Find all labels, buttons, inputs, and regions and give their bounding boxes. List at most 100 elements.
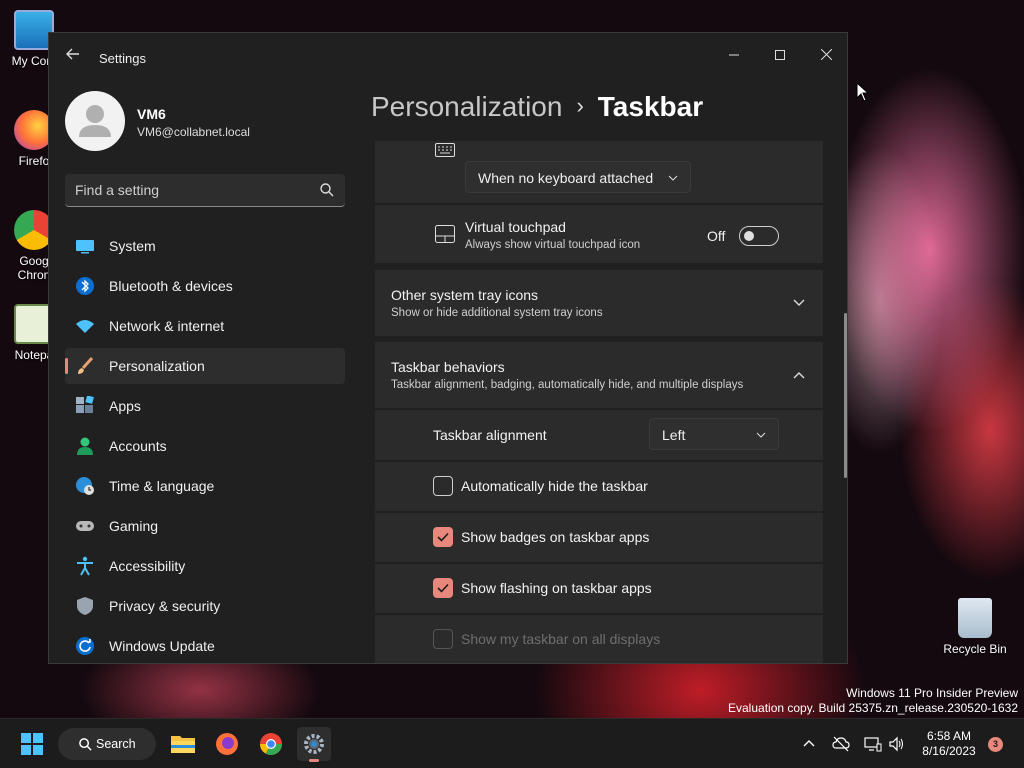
minimize-icon: [729, 54, 739, 56]
profile-name: VM6: [137, 106, 166, 122]
sidebar-item-label: Bluetooth & devices: [109, 278, 233, 294]
settings-taskbar-button[interactable]: [297, 727, 331, 762]
chrome-icon: [260, 733, 282, 755]
accessibility-icon: [77, 556, 93, 576]
evaluation-watermark: Windows 11 Pro Insider Preview Evaluatio…: [728, 686, 1018, 716]
breadcrumb-parent[interactable]: Personalization: [371, 91, 562, 122]
sidebar-item-label: Accounts: [109, 438, 167, 454]
sidebar-item-time-language[interactable]: Time & language: [65, 468, 345, 504]
clock-date: 8/16/2023: [922, 744, 976, 758]
sidebar-item-label: Time & language: [109, 478, 215, 494]
sidebar-item-network[interactable]: Network & internet: [65, 308, 345, 344]
chrome-taskbar-button[interactable]: [254, 727, 288, 761]
show-flashing-checkbox[interactable]: [433, 578, 453, 598]
settings-content: When no keyboard attached Virtual touchp…: [375, 141, 825, 663]
row-subtitle: Taskbar alignment, badging, automaticall…: [391, 379, 744, 391]
arrow-left-icon: [66, 48, 79, 60]
breadcrumb-separator: ›: [576, 93, 584, 118]
firefox-taskbar-button[interactable]: [210, 727, 244, 761]
row-title: Taskbar alignment: [433, 427, 547, 443]
sidebar-item-label: Privacy & security: [109, 598, 221, 614]
refresh-icon: [76, 637, 94, 655]
keyboard-mode-dropdown[interactable]: When no keyboard attached: [465, 161, 691, 193]
content-scrollbar[interactable]: [844, 313, 847, 478]
show-badges-row: Show badges on taskbar apps: [375, 513, 823, 562]
auto-hide-checkbox[interactable]: [433, 476, 453, 496]
sidebar-item-accounts[interactable]: Accounts: [65, 428, 345, 464]
avatar[interactable]: [65, 91, 125, 151]
taskbar-search-label: Search: [96, 737, 136, 751]
dropdown-value: When no keyboard attached: [478, 170, 654, 186]
chevron-down-icon: [668, 175, 678, 181]
search-input[interactable]: [75, 180, 305, 200]
sidebar-item-bluetooth[interactable]: Bluetooth & devices: [65, 268, 345, 304]
all-displays-row: Show my taskbar on all displays: [375, 615, 823, 663]
sidebar-item-label: Accessibility: [109, 558, 186, 574]
checkbox-label: Show badges on taskbar apps: [461, 529, 650, 545]
taskbar: Search 6:58 AM 8/16/2023 3: [0, 718, 1024, 768]
taskbar-search-button[interactable]: Search: [58, 728, 156, 760]
sidebar-item-gaming[interactable]: Gaming: [65, 508, 345, 544]
sidebar-item-apps[interactable]: Apps: [65, 388, 345, 424]
chevron-down-icon: [756, 432, 766, 438]
file-explorer-button[interactable]: [166, 727, 200, 761]
bluetooth-icon: [76, 277, 94, 295]
desktop-icon-recycle-bin[interactable]: Recycle Bin: [940, 598, 1010, 656]
sidebar-nav: System Bluetooth & devices Network & int…: [65, 228, 345, 663]
close-button[interactable]: [803, 39, 847, 71]
sidebar-item-personalization[interactable]: Personalization: [65, 348, 345, 384]
watermark-line-1: Windows 11 Pro Insider Preview: [846, 686, 1018, 700]
network-icon[interactable]: [864, 736, 882, 752]
show-badges-checkbox[interactable]: [433, 527, 453, 547]
search-icon[interactable]: [319, 182, 335, 198]
title-bar: Settings: [49, 33, 847, 83]
wifi-icon: [76, 320, 94, 333]
sidebar-item-privacy-security[interactable]: Privacy & security: [65, 588, 345, 624]
windows-logo-icon: [21, 733, 43, 755]
checkmark-icon: [437, 532, 449, 542]
show-flashing-row: Show flashing on taskbar apps: [375, 564, 823, 613]
checkbox-label: Show my taskbar on all displays: [461, 631, 661, 647]
paintbrush-icon: [78, 356, 94, 374]
minimize-button[interactable]: [711, 39, 757, 71]
sidebar-item-system[interactable]: System: [65, 228, 345, 264]
start-button[interactable]: [15, 727, 49, 761]
auto-hide-row: Automatically hide the taskbar: [375, 462, 823, 511]
keyboard-icon: [435, 143, 455, 157]
page-title: Taskbar: [597, 91, 704, 122]
row-title: Other system tray icons: [391, 287, 539, 303]
gamepad-icon: [76, 521, 94, 531]
taskbar-behaviors-expander[interactable]: Taskbar behaviors Taskbar alignment, bad…: [375, 342, 823, 408]
cloud-offline-icon[interactable]: [832, 736, 850, 752]
touch-keyboard-card: When no keyboard attached: [375, 141, 823, 203]
user-icon: [79, 105, 111, 137]
sidebar-item-label: Windows Update: [109, 638, 215, 654]
virtual-touchpad-toggle[interactable]: [739, 226, 779, 246]
back-button[interactable]: [63, 47, 83, 67]
taskbar-alignment-dropdown[interactable]: Left: [649, 418, 779, 450]
row-title: Taskbar behaviors: [391, 359, 505, 375]
row-title: Virtual touchpad: [465, 219, 566, 235]
folder-icon: [171, 736, 195, 753]
notification-badge[interactable]: 3: [988, 737, 1003, 752]
profile-email: VM6@collabnet.local: [137, 125, 250, 139]
settings-window: Settings VM6 VM6@collabnet.local System: [48, 32, 848, 664]
sidebar-item-accessibility[interactable]: Accessibility: [65, 548, 345, 584]
clock[interactable]: 6:58 AM 8/16/2023: [914, 729, 984, 759]
row-subtitle: Show or hide additional system tray icon…: [391, 307, 603, 319]
close-icon: [820, 48, 832, 61]
shield-icon: [77, 597, 93, 615]
mouse-cursor-icon: [856, 82, 870, 102]
other-tray-icons-expander[interactable]: Other system tray icons Show or hide add…: [375, 270, 823, 336]
sidebar-item-windows-update[interactable]: Windows Update: [65, 628, 345, 663]
desktop-icon-label: Firefo: [18, 154, 50, 168]
sidebar-item-label: Gaming: [109, 518, 159, 534]
volume-icon[interactable]: [888, 736, 904, 752]
person-icon: [77, 437, 93, 455]
chevron-up-icon[interactable]: [802, 737, 816, 751]
touchpad-icon: [435, 225, 455, 243]
maximize-icon: [775, 50, 785, 60]
toggle-knob: [744, 231, 754, 241]
maximize-button[interactable]: [757, 39, 803, 71]
apps-icon: [76, 396, 94, 413]
